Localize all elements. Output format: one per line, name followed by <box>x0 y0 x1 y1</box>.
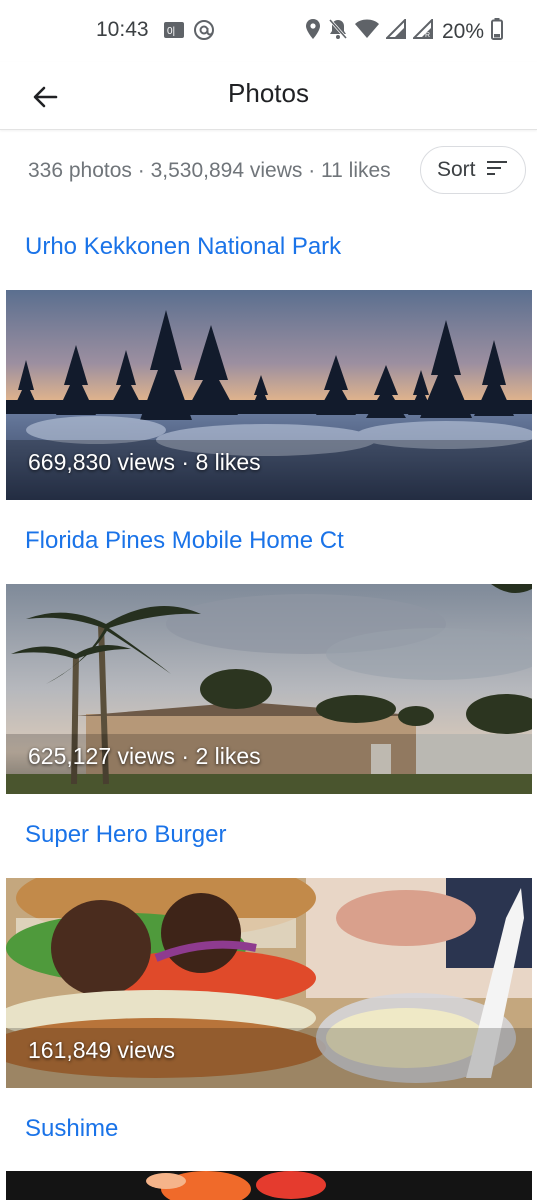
status-right-icons: R 20% <box>305 17 503 45</box>
photos-summary: 336 photos · 3,530,894 views · 11 likes … <box>0 146 537 196</box>
battery-icon <box>491 18 503 45</box>
place-title-urho-kekkonen[interactable]: Urho Kekkonen National Park <box>25 233 341 261</box>
svg-text:R: R <box>425 32 430 39</box>
photo-card-sushime[interactable] <box>6 1171 532 1200</box>
status-bar: 10:43 0| R 20% <box>0 0 537 62</box>
notification-icon: 0| <box>163 20 185 45</box>
place-title-sushime[interactable]: Sushime <box>25 1115 118 1143</box>
mute-icon <box>328 18 348 45</box>
page-title: Photos <box>228 78 309 108</box>
app-bar: Photos <box>0 62 537 130</box>
wifi-icon <box>354 19 379 44</box>
location-icon <box>305 18 321 45</box>
at-icon <box>193 19 215 46</box>
signal-icon <box>384 17 406 44</box>
svg-text:0|: 0| <box>167 26 175 37</box>
battery-percent: 20% <box>441 19 484 43</box>
photo-image-sushi <box>6 1171 532 1200</box>
photo-stats: 669,830 views · 8 likes <box>28 449 261 475</box>
status-left-icons: 0| <box>163 19 215 46</box>
photo-card-florida-pines[interactable]: 625,127 views · 2 likes <box>6 584 532 794</box>
photo-card-urho-kekkonen[interactable]: 669,830 views · 8 likes <box>6 290 532 500</box>
stats-text: 336 photos · 3,530,894 views · 11 likes <box>28 159 391 182</box>
sort-label: Sort <box>437 158 476 181</box>
sort-button[interactable]: Sort <box>420 146 526 194</box>
place-title-super-hero-burger[interactable]: Super Hero Burger <box>25 821 226 849</box>
status-time: 10:43 <box>96 18 149 41</box>
signal-roaming-icon: R <box>411 17 435 44</box>
sort-icon <box>486 160 508 181</box>
photo-stats: 625,127 views · 2 likes <box>28 743 261 769</box>
photo-card-super-hero-burger[interactable]: 161,849 views <box>6 878 532 1088</box>
place-title-florida-pines[interactable]: Florida Pines Mobile Home Ct <box>25 527 344 555</box>
photo-stats: 161,849 views <box>28 1037 176 1063</box>
